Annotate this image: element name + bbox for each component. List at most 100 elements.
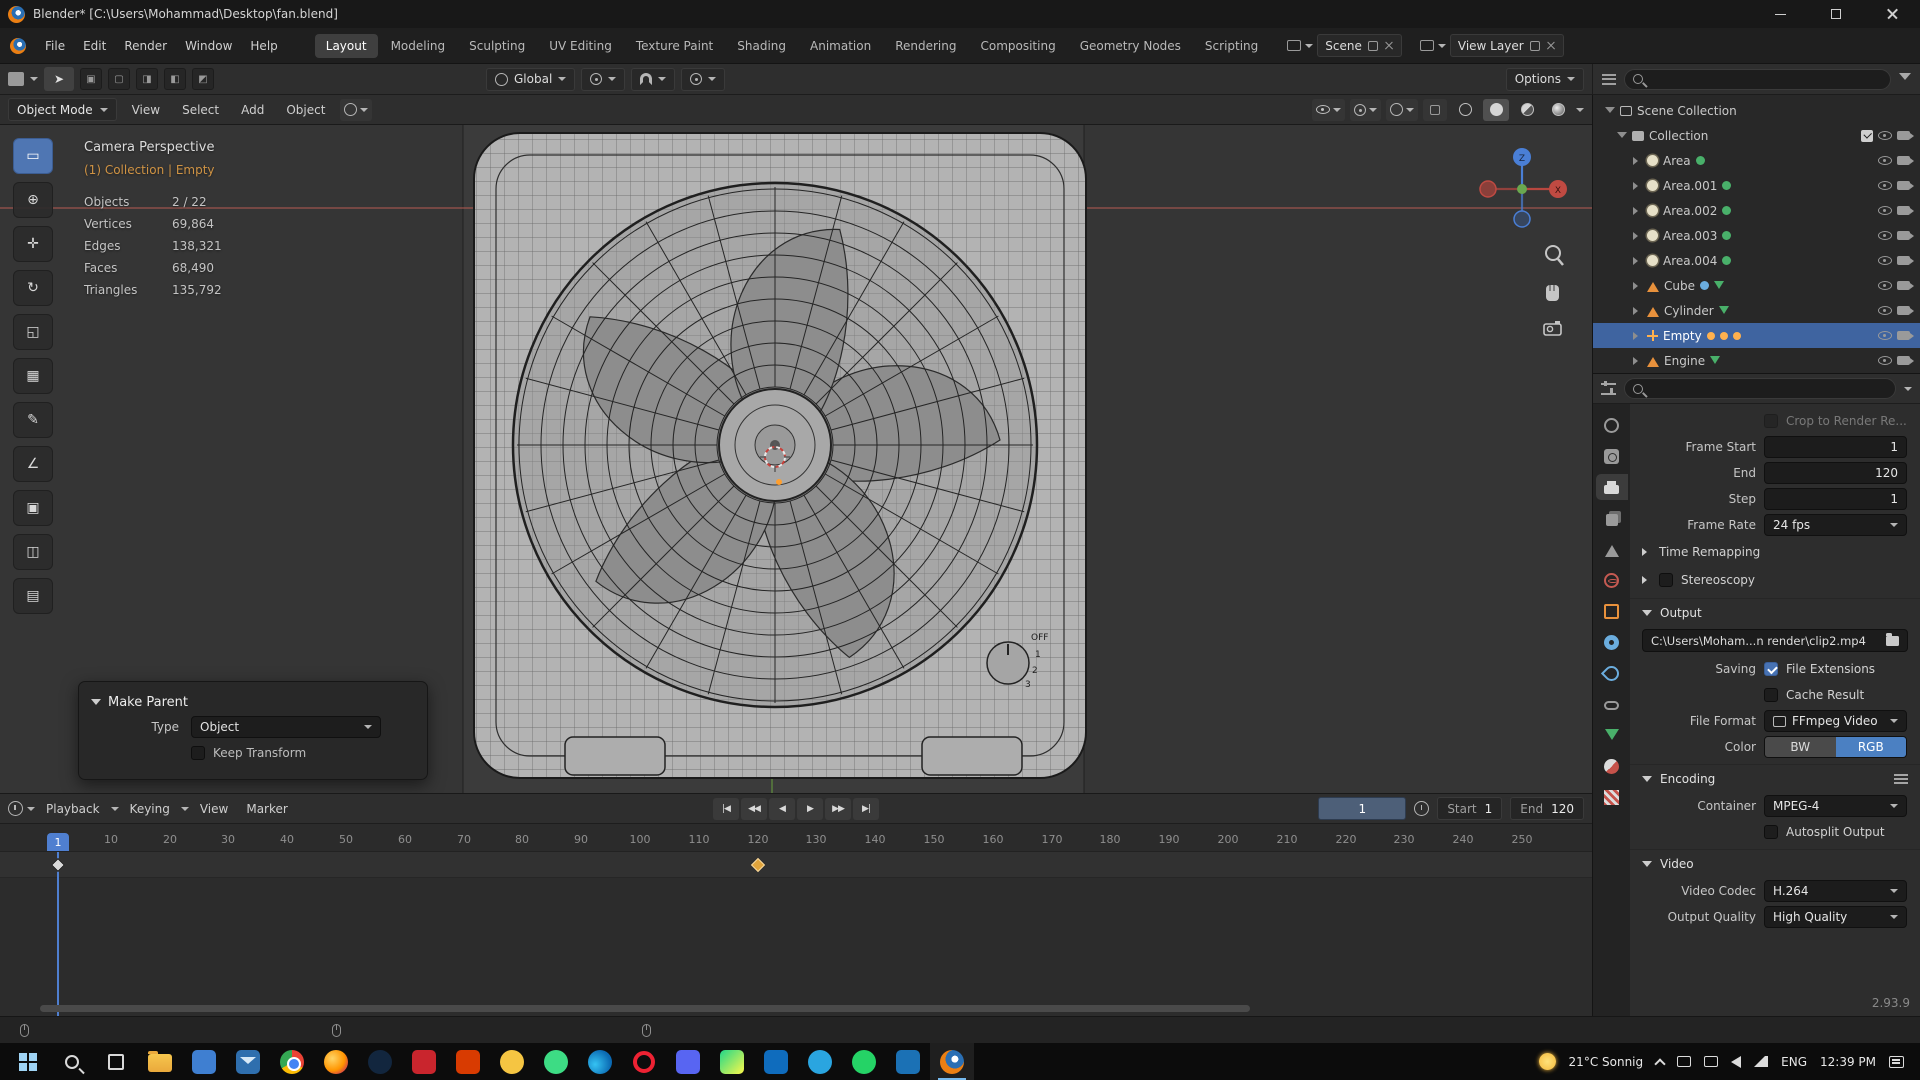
emoji-app-icon[interactable]	[490, 1043, 534, 1080]
menu-object[interactable]: Object	[279, 100, 332, 120]
xray-toggle[interactable]	[1423, 98, 1447, 121]
output-quality-dropdown[interactable]: High Quality	[1764, 906, 1907, 928]
firefox-icon[interactable]	[314, 1043, 358, 1080]
disable-render-icon[interactable]	[1897, 181, 1914, 190]
menu-help[interactable]: Help	[241, 35, 286, 57]
annotate-tool[interactable]: ✎	[13, 402, 53, 438]
menu-edit[interactable]: Edit	[74, 35, 115, 57]
properties-search-input[interactable]	[1624, 378, 1896, 399]
menu-view-timeline[interactable]: View	[193, 799, 235, 819]
play-reverse-button[interactable]: ◀	[769, 797, 795, 820]
expand-icon[interactable]	[1633, 231, 1642, 240]
scale-tool[interactable]: ◱	[13, 314, 53, 350]
edge-icon[interactable]	[578, 1043, 622, 1080]
timeline-editor-icon[interactable]	[8, 801, 23, 816]
tweak-toggle-icon[interactable]: ▣	[80, 68, 102, 90]
tab-modifiers[interactable]	[1596, 629, 1628, 655]
visibility-dropdown[interactable]	[1312, 98, 1345, 121]
expand-icon[interactable]	[1633, 306, 1642, 315]
remove-view-layer-icon[interactable]	[1546, 41, 1556, 51]
gizmo-z-negative[interactable]	[1513, 210, 1531, 228]
editor-type-icon[interactable]	[8, 72, 24, 86]
frame-end-value-field[interactable]: 120	[1764, 462, 1907, 484]
frame-start-field[interactable]: Start 1	[1437, 797, 1503, 820]
timeline-scrollbar[interactable]	[40, 1005, 1250, 1012]
stereoscopy-checkbox[interactable]	[1659, 573, 1673, 587]
expand-icon[interactable]	[1633, 331, 1642, 340]
volume-icon[interactable]	[1731, 1055, 1742, 1068]
fan-object[interactable]: OFF 1 2 3	[473, 132, 1087, 779]
shading-rendered-button[interactable]	[1545, 99, 1571, 121]
adobe-icon[interactable]	[402, 1043, 446, 1080]
hide-eye-icon[interactable]	[1878, 206, 1892, 215]
pan-hand-icon[interactable]	[1546, 285, 1559, 301]
outliner-item-engine[interactable]: Engine	[1593, 348, 1920, 373]
video-codec-dropdown[interactable]: H.264	[1764, 880, 1907, 902]
opera-icon[interactable]	[622, 1043, 666, 1080]
shading-wireframe-button[interactable]	[1452, 99, 1478, 121]
tab-world[interactable]	[1596, 567, 1628, 593]
outliner-item-cube[interactable]: Cube	[1593, 273, 1920, 298]
measure-tool[interactable]: ∠	[13, 446, 53, 482]
onedrive-icon[interactable]	[1704, 1056, 1719, 1067]
cursor-tool[interactable]: ⊕	[13, 182, 53, 218]
select-new-toggle-icon[interactable]: ▢	[108, 68, 130, 90]
shading-material-button[interactable]	[1514, 99, 1540, 121]
select-box-tool[interactable]: ▭	[13, 138, 53, 174]
disable-render-icon[interactable]	[1897, 356, 1914, 365]
pycharm-icon[interactable]	[710, 1043, 754, 1080]
tab-output[interactable]	[1595, 474, 1628, 500]
tab-physics[interactable]	[1596, 660, 1628, 686]
outliner-item-cylinder[interactable]: Cylinder	[1593, 298, 1920, 323]
task-view-icon[interactable]	[94, 1043, 138, 1080]
tab-view-layer[interactable]	[1596, 505, 1628, 531]
menu-view[interactable]: View	[125, 100, 167, 120]
android-studio-icon[interactable]	[534, 1043, 578, 1080]
disable-render-icon[interactable]	[1897, 156, 1914, 165]
tab-material[interactable]	[1596, 753, 1628, 779]
color-bw-button[interactable]: BW	[1765, 737, 1836, 757]
maximize-button[interactable]	[1808, 0, 1864, 28]
timeline-editor-caret-icon[interactable]	[27, 806, 35, 815]
menu-window[interactable]: Window	[176, 35, 241, 57]
hide-eye-icon[interactable]	[1878, 131, 1892, 140]
weather-text[interactable]: 21°C Sonnig	[1569, 1055, 1644, 1069]
encoding-section-header[interactable]: Encoding	[1630, 764, 1920, 793]
disable-render-icon[interactable]	[1897, 306, 1914, 315]
hide-eye-icon[interactable]	[1878, 256, 1892, 265]
editor-type-caret-icon[interactable]	[30, 77, 38, 85]
network-icon[interactable]	[1754, 1056, 1769, 1067]
workspace-tab-sculpting[interactable]: Sculpting	[458, 34, 536, 58]
telegram-icon[interactable]	[798, 1043, 842, 1080]
shading-solid-button[interactable]	[1483, 98, 1509, 121]
playhead-line[interactable]	[57, 852, 59, 1016]
empty-origin-point[interactable]	[776, 479, 782, 485]
playhead-badge[interactable]: 1	[47, 833, 69, 851]
hide-eye-icon[interactable]	[1878, 231, 1892, 240]
crop-checkbox[interactable]	[1764, 414, 1778, 428]
shading-caret-icon[interactable]	[1576, 107, 1584, 116]
altium-icon[interactable]	[886, 1043, 930, 1080]
extrude-tool[interactable]: ◫	[13, 534, 53, 570]
calculator-icon[interactable]	[182, 1043, 226, 1080]
workspace-tab-rendering[interactable]: Rendering	[884, 34, 967, 58]
autosplit-checkbox[interactable]	[1764, 825, 1778, 839]
outliner-scene-collection[interactable]: Scene Collection	[1593, 98, 1920, 123]
mail-icon[interactable]	[226, 1043, 270, 1080]
menu-file[interactable]: File	[36, 35, 74, 57]
close-button[interactable]	[1864, 0, 1920, 28]
rotate-tool[interactable]: ↻	[13, 270, 53, 306]
file-format-dropdown[interactable]: FFmpeg Video	[1764, 710, 1907, 732]
blender-taskbar-icon[interactable]	[930, 1043, 974, 1080]
tablet-icon[interactable]	[1677, 1056, 1692, 1067]
hide-eye-icon[interactable]	[1878, 181, 1892, 190]
folder-browse-icon[interactable]	[1886, 633, 1899, 646]
parent-type-dropdown[interactable]: Object	[191, 716, 381, 738]
scene-field[interactable]: Scene	[1317, 34, 1402, 57]
collection-checkbox[interactable]	[1861, 129, 1873, 142]
menu-marker[interactable]: Marker	[239, 799, 294, 819]
workspace-tab-modeling[interactable]: Modeling	[380, 34, 457, 58]
blender-menu-icon[interactable]	[10, 37, 26, 54]
collapse-icon[interactable]	[91, 698, 101, 710]
misc-tool[interactable]: ▤	[13, 578, 53, 614]
